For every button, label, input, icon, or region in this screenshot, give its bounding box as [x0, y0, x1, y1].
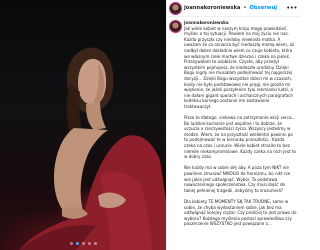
more-options-icon[interactable]: ••• — [286, 4, 297, 12]
carousel-dot — [87, 242, 91, 245]
instagram-post: joannakoroniewska • Obserwuj ••• joannak… — [0, 0, 300, 250]
photo-artwork — [20, 47, 166, 250]
carousel-indicator — [0, 242, 166, 245]
post-caption: joannakoroniewska Jak wiele kobiet w nas… — [167, 17, 300, 227]
post-side-panel: joannakoroniewska • Obserwuj ••• joannak… — [166, 0, 300, 250]
carousel-dot — [81, 242, 85, 245]
caption-text: Jak wiele kobiet w naszym kraju mogę pow… — [184, 25, 297, 227]
post-photo[interactable] — [0, 0, 166, 250]
follow-button[interactable]: Obserwuj — [250, 5, 278, 11]
author-username[interactable]: joannakoroniewska — [184, 5, 241, 11]
post-header: joannakoroniewska • Obserwuj ••• — [167, 0, 300, 17]
carousel-dot — [93, 242, 97, 245]
carousel-dot — [69, 242, 73, 245]
carousel-dot-active — [75, 242, 79, 245]
caption-body: joannakoroniewska Jak wiele kobiet w nas… — [184, 20, 297, 227]
caption-avatar[interactable] — [170, 21, 181, 32]
header-separator: • — [243, 5, 247, 11]
avatar[interactable] — [170, 2, 181, 14]
